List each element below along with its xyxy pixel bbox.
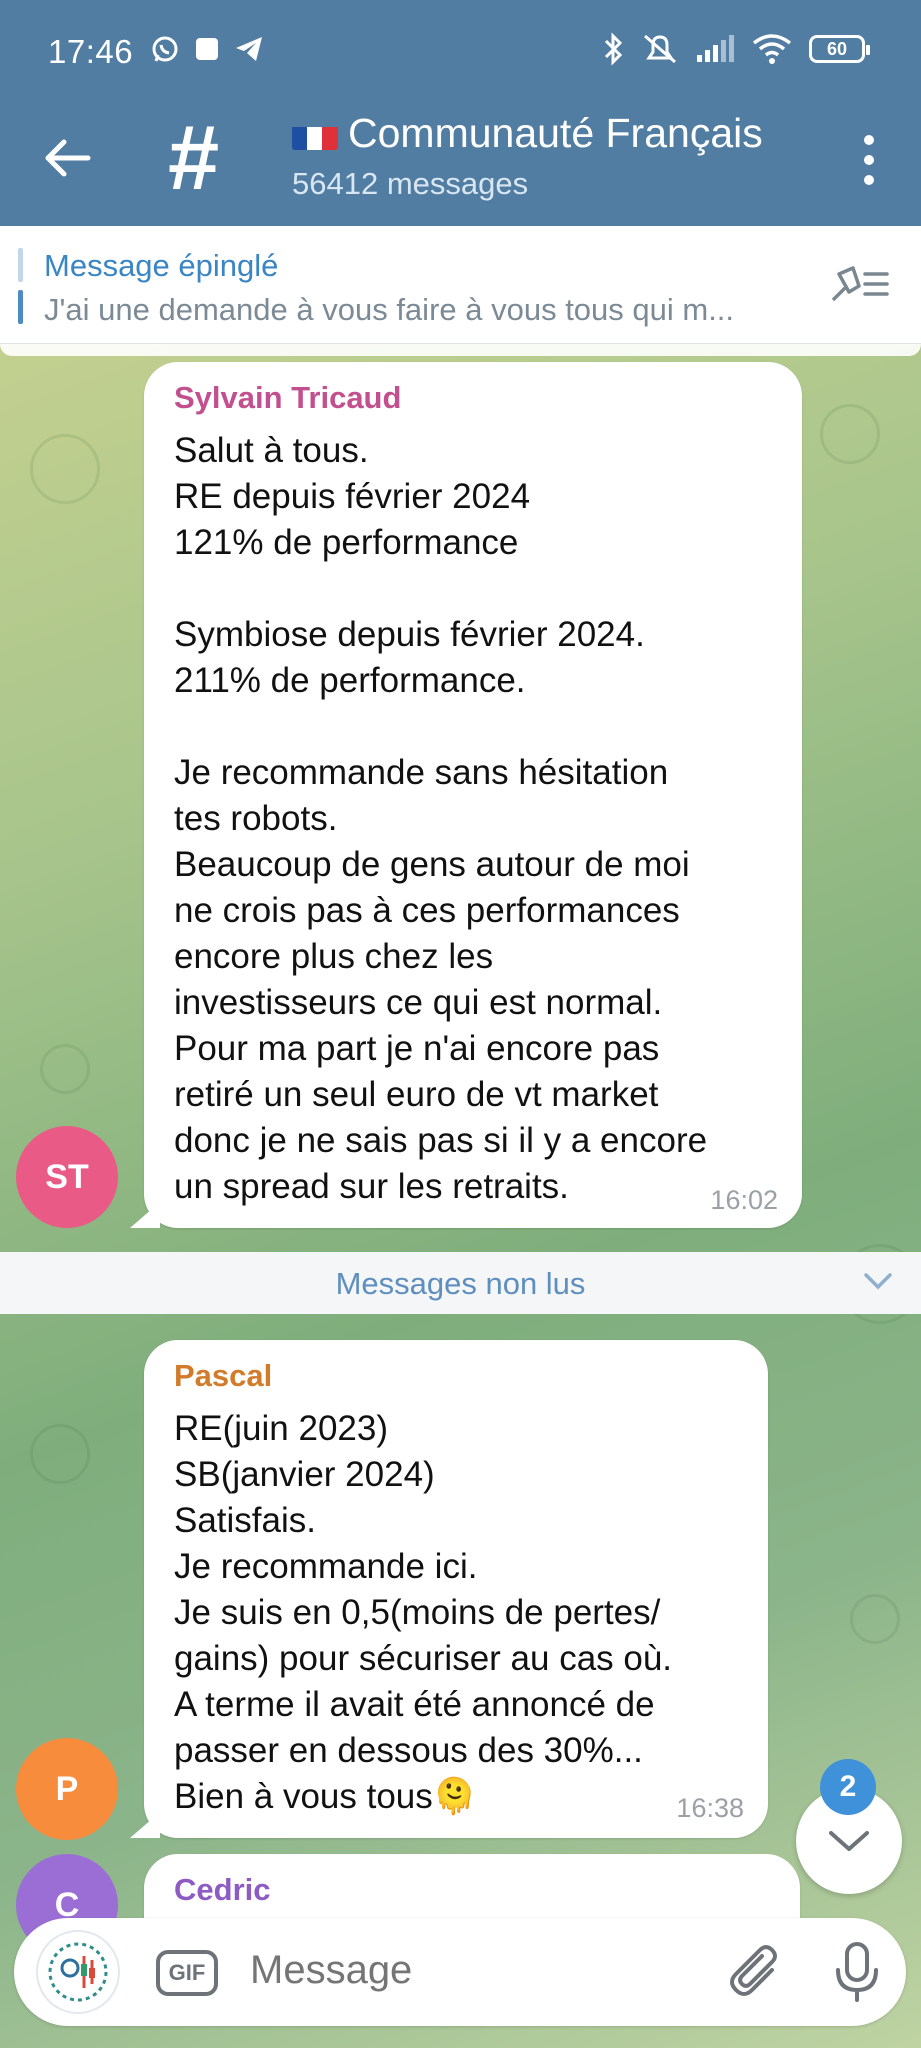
unpin-list-icon[interactable]: [829, 264, 891, 304]
pinned-message-bar[interactable]: Message épinglé J'ai une demande à vous …: [0, 226, 921, 344]
gif-button[interactable]: GIF: [156, 1950, 218, 1996]
notification-icons: [150, 34, 264, 64]
top-bar: 17:46 60 # Communauté Français 56412 mes…: [0, 0, 921, 226]
whatsapp-icon: [152, 36, 178, 62]
unread-divider: Messages non lus: [0, 1252, 921, 1314]
microphone-icon[interactable]: [832, 1940, 882, 2004]
avatar[interactable]: ST: [16, 1126, 118, 1228]
wifi-icon: [752, 34, 792, 64]
signal-icon: [697, 35, 734, 62]
attach-icon[interactable]: [728, 1944, 784, 2000]
chat-message-count: 56412 messages: [292, 166, 529, 201]
bluetooth-icon: [604, 32, 623, 66]
flag-fr-icon: [292, 120, 338, 150]
chevron-down-icon[interactable]: [863, 1270, 893, 1292]
bot-avatar-icon: [48, 1942, 108, 2002]
unread-count-badge: 2: [820, 1759, 876, 1815]
system-icons: 60: [603, 32, 870, 66]
pinned-text: J'ai une demande à vous faire à vous tou…: [44, 292, 735, 327]
chevron-down-icon: [829, 1831, 869, 1851]
back-arrow-icon[interactable]: [40, 130, 96, 186]
square-app-icon: [196, 38, 218, 60]
message-bubble[interactable]: Sylvain Tricaud Salut à tous. RE depuis …: [130, 362, 802, 1228]
bot-menu-button[interactable]: [36, 1930, 120, 2014]
message-sender[interactable]: Pascal: [174, 1358, 272, 1394]
unread-divider-label: Messages non lus: [335, 1266, 586, 1301]
telegram-icon: [236, 37, 262, 61]
message-sender[interactable]: Cedric: [174, 1872, 270, 1908]
previous-message-edge: [0, 344, 921, 356]
message-time: 16:38: [676, 1793, 744, 1823]
message-time: 16:02: [710, 1185, 778, 1215]
message-sender[interactable]: Sylvain Tricaud: [174, 380, 401, 416]
bell-muted-icon: [644, 34, 676, 64]
battery-indicator: 60: [809, 35, 870, 63]
avatar[interactable]: P: [16, 1738, 118, 1840]
pinned-title: Message épinglé: [44, 248, 279, 283]
message-text: RE(juin 2023) SB(janvier 2024) Satisfais…: [174, 1409, 673, 1816]
message-input[interactable]: [250, 1948, 690, 1993]
pinned-indicator: [18, 248, 23, 324]
chat-title-text: Communauté Français: [348, 110, 763, 156]
more-vertical-icon[interactable]: [861, 135, 877, 185]
hash-icon[interactable]: #: [168, 112, 219, 204]
message-bubble[interactable]: Pascal RE(juin 2023) SB(janvier 2024) Sa…: [130, 1340, 768, 1838]
status-bar: 17:46 60: [0, 0, 921, 100]
chat-title[interactable]: Communauté Français: [292, 110, 812, 157]
status-time: 17:46: [48, 33, 134, 70]
message-composer: GIF: [14, 1918, 906, 2026]
message-text: Salut à tous. RE depuis février 2024 121…: [174, 431, 708, 1206]
